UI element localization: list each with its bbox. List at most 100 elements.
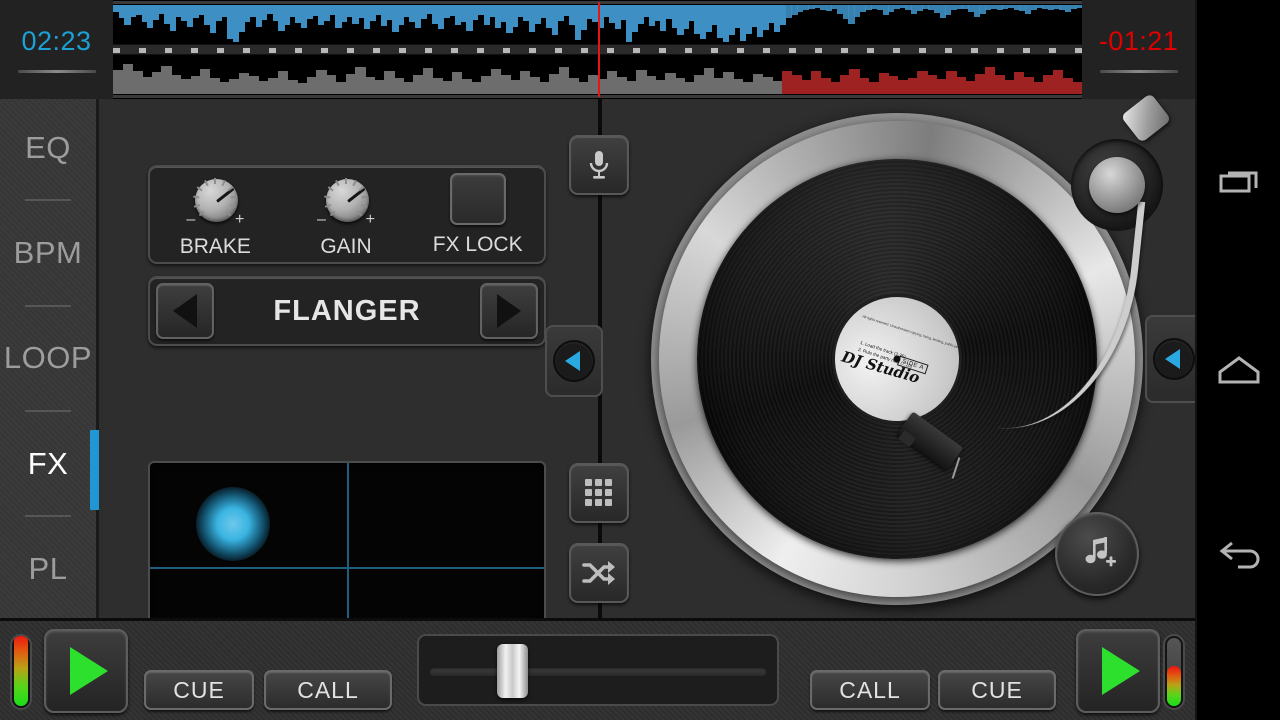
triangle-right-icon xyxy=(497,294,521,328)
rail-separator xyxy=(25,515,71,517)
beat-marker xyxy=(607,48,614,53)
beat-marker xyxy=(165,48,172,53)
crossfader-handle[interactable] xyxy=(497,644,528,698)
rail-item-label: LOOP xyxy=(4,340,92,375)
back-button[interactable] xyxy=(1196,522,1280,592)
rail-item-fx[interactable]: FX xyxy=(0,446,98,482)
left-panel-toggle-button[interactable] xyxy=(545,325,603,397)
tonearm-pivot xyxy=(1089,157,1145,213)
beat-marker xyxy=(217,48,224,53)
home-icon xyxy=(1216,352,1262,388)
left-cue-button[interactable]: CUE xyxy=(144,670,254,710)
beat-marker xyxy=(997,48,1004,53)
left-vu-level xyxy=(14,634,28,706)
beat-marker xyxy=(971,48,978,53)
play-icon xyxy=(70,647,108,695)
microphone-icon xyxy=(586,149,612,181)
beat-marker xyxy=(451,48,458,53)
next-effect-button[interactable] xyxy=(480,283,538,339)
beat-marker xyxy=(685,48,692,53)
brake-knob-wrap[interactable]: – + xyxy=(184,171,246,227)
beat-marker xyxy=(191,48,198,53)
gain-knob-wrap[interactable]: – + xyxy=(315,171,377,227)
beat-marker xyxy=(763,48,770,53)
rail-item-pl[interactable]: PL xyxy=(0,551,98,587)
music-note-add-icon xyxy=(1077,534,1117,574)
fx-knobs-panel: – + BRAKE – + xyxy=(148,165,546,264)
recents-icon xyxy=(1217,163,1261,203)
sampler-grid-button[interactable] xyxy=(569,463,629,523)
beat-marker xyxy=(269,48,276,53)
rail-separator xyxy=(25,199,71,201)
playhead-marker xyxy=(598,2,600,97)
beat-marker xyxy=(529,48,536,53)
waveform-display[interactable] xyxy=(113,0,1082,99)
beat-marker xyxy=(815,48,822,53)
xy-pad-cursor[interactable] xyxy=(196,487,270,561)
beat-marker xyxy=(477,48,484,53)
beat-marker xyxy=(295,48,302,53)
android-navigation-bar xyxy=(1195,0,1280,720)
beat-marker xyxy=(503,48,510,53)
gain-label: GAIN xyxy=(320,235,371,259)
back-icon xyxy=(1214,538,1264,576)
rail-item-label: EQ xyxy=(25,130,71,165)
right-vu-level xyxy=(1167,666,1181,706)
turntable-area: DJ Studio SIDE A 1. Load the track (2:35… xyxy=(637,99,1195,618)
beat-marker xyxy=(581,48,588,53)
gain-minus-label: – xyxy=(317,211,326,229)
right-call-button[interactable]: CALL xyxy=(810,670,930,710)
rail-item-eq[interactable]: EQ xyxy=(0,130,98,166)
rail-separator xyxy=(25,410,71,412)
gain-knob-cell[interactable]: – + GAIN xyxy=(281,171,412,259)
right-play-button[interactable] xyxy=(1076,629,1160,713)
brake-plus-label: + xyxy=(235,211,244,229)
fx-lock-cell[interactable]: FX LOCK xyxy=(411,173,544,257)
microphone-button[interactable] xyxy=(569,135,629,195)
shuffle-button[interactable] xyxy=(569,543,629,603)
remaining-time-box: -01:21 xyxy=(1082,0,1195,99)
beat-marker xyxy=(399,48,406,53)
home-button[interactable] xyxy=(1196,335,1280,405)
beat-marker xyxy=(841,48,848,53)
play-icon xyxy=(1102,647,1140,695)
beat-marker xyxy=(321,48,328,53)
beat-marker xyxy=(919,48,926,53)
left-call-button[interactable]: CALL xyxy=(264,670,392,710)
triangle-left-icon xyxy=(173,294,197,328)
center-button-column xyxy=(561,99,637,618)
fx-lock-label: FX LOCK xyxy=(433,233,523,257)
beat-marker xyxy=(711,48,718,53)
fx-lock-button[interactable] xyxy=(450,173,506,225)
section-tab-rail: EQ BPM LOOP FX PL xyxy=(0,99,99,618)
rail-item-loop[interactable]: LOOP xyxy=(0,340,98,376)
triangle-left-icon xyxy=(1165,349,1180,369)
brake-knob-cell[interactable]: – + BRAKE xyxy=(150,171,281,259)
gain-plus-label: + xyxy=(366,211,375,229)
fx-panel-column: – + BRAKE – + xyxy=(99,99,561,618)
grid-icon xyxy=(584,478,614,508)
beat-marker xyxy=(1075,48,1082,53)
right-cue-button[interactable]: CUE xyxy=(938,670,1056,710)
beat-marker xyxy=(1023,48,1030,53)
add-music-button[interactable] xyxy=(1055,512,1139,596)
beat-marker xyxy=(139,48,146,53)
rail-item-bpm[interactable]: BPM xyxy=(0,235,98,271)
beat-marker xyxy=(1049,48,1056,53)
beat-marker xyxy=(893,48,900,53)
left-panel-toggle-circle[interactable] xyxy=(553,340,595,382)
brake-minus-label: – xyxy=(186,211,195,229)
effect-name: FLANGER xyxy=(214,295,480,328)
waveform-bar: 02:23 -01:21 xyxy=(0,0,1195,99)
rail-item-label: FX xyxy=(28,446,69,481)
left-play-button[interactable] xyxy=(44,629,128,713)
beat-marker xyxy=(373,48,380,53)
beat-marker xyxy=(425,48,432,53)
right-panel-toggle-circle[interactable] xyxy=(1153,338,1195,380)
recents-button[interactable] xyxy=(1196,148,1280,218)
beat-marker xyxy=(555,48,562,53)
rail-item-label: PL xyxy=(29,551,68,586)
crossfader[interactable] xyxy=(417,634,779,706)
tonearm-counterweight xyxy=(1121,93,1172,143)
prev-effect-button[interactable] xyxy=(156,283,214,339)
